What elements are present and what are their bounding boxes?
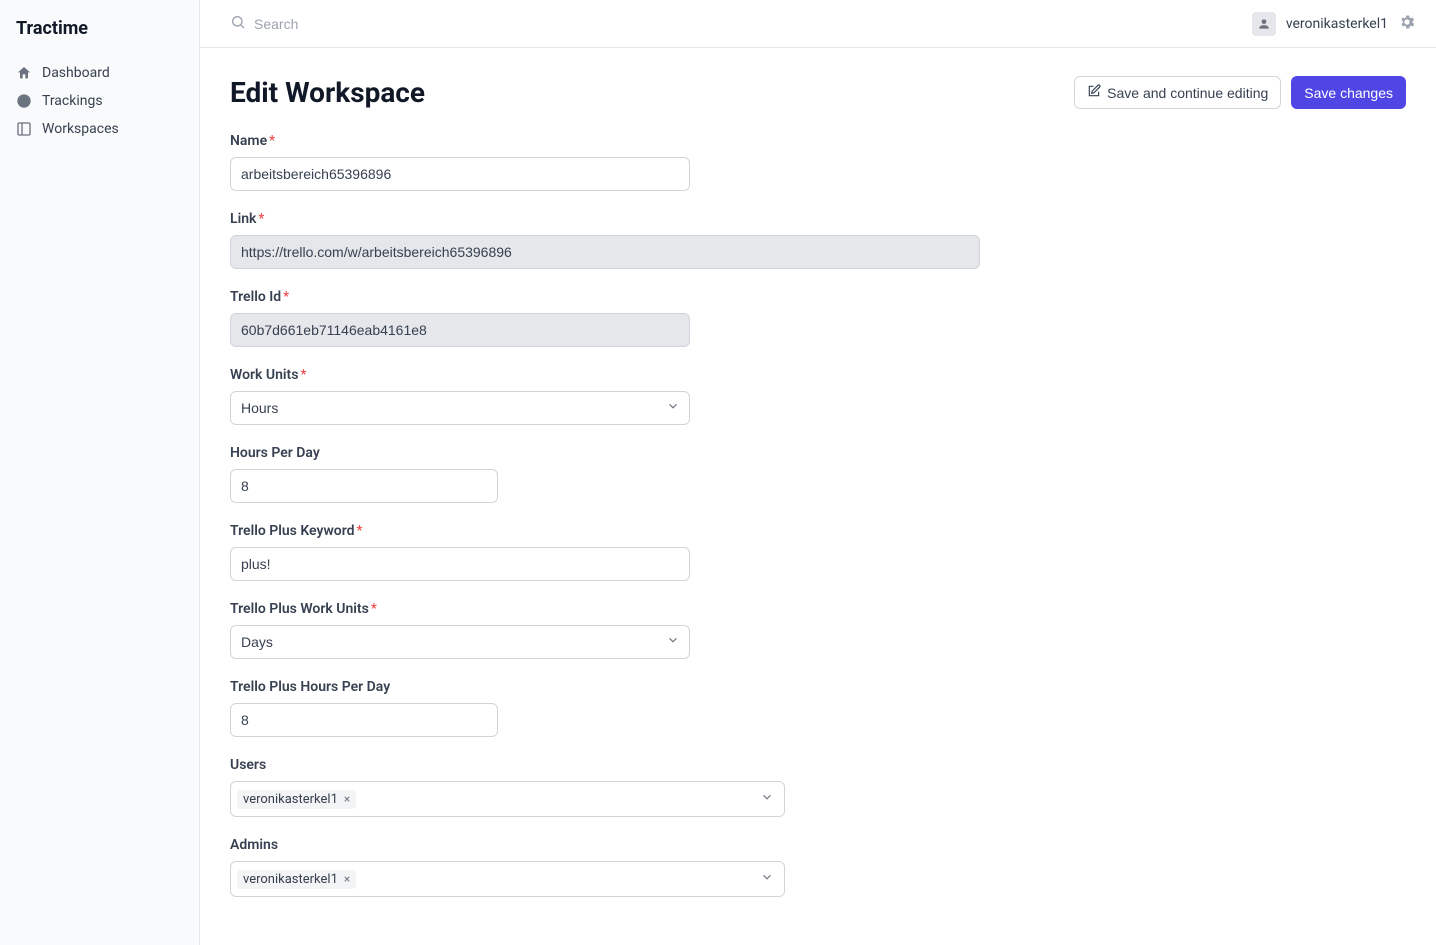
topbar: veronikasterkel1: [200, 0, 1436, 48]
settings-button[interactable]: [1398, 13, 1416, 35]
sidebar-item-label: Workspaces: [42, 121, 119, 137]
chevron-down-icon: [760, 790, 774, 808]
avatar[interactable]: [1252, 12, 1276, 36]
admins-label: Admins: [230, 837, 1406, 853]
user-tag: veronikasterkel1 ×: [237, 790, 356, 809]
search[interactable]: [230, 14, 1252, 34]
name-input[interactable]: [230, 157, 690, 191]
button-label: Save changes: [1304, 85, 1393, 101]
tag-label: veronikasterkel1: [243, 792, 338, 807]
brand: Tractime: [0, 18, 199, 59]
button-label: Save and continue editing: [1107, 85, 1268, 101]
trello-plus-hours-per-day-input[interactable]: [230, 703, 498, 737]
trello-plus-hours-per-day-label: Trello Plus Hours Per Day: [230, 679, 1406, 695]
sidebar-item-label: Trackings: [42, 93, 103, 109]
gear-icon: [1398, 13, 1416, 35]
trello-id-input: [230, 313, 690, 347]
trello-plus-work-units-select[interactable]: Days: [230, 625, 690, 659]
layout-icon: [16, 121, 32, 137]
tag-remove-icon[interactable]: ×: [344, 873, 350, 885]
save-button[interactable]: Save changes: [1291, 76, 1406, 109]
users-label: Users: [230, 757, 1406, 773]
work-units-label: Work Units: [230, 367, 1406, 383]
hours-per-day-input[interactable]: [230, 469, 498, 503]
hours-per-day-label: Hours Per Day: [230, 445, 1406, 461]
tag-label: veronikasterkel1: [243, 872, 338, 887]
admins-multiselect[interactable]: veronikasterkel1 ×: [230, 861, 785, 897]
trello-plus-work-units-label: Trello Plus Work Units: [230, 601, 1406, 617]
search-input[interactable]: [254, 16, 554, 32]
trello-plus-keyword-input[interactable]: [230, 547, 690, 581]
search-icon: [230, 14, 246, 34]
trello-id-label: Trello Id: [230, 289, 1406, 305]
sidebar: Tractime Dashboard Trackings Workspaces: [0, 0, 200, 945]
home-icon: [16, 65, 32, 81]
nav: Dashboard Trackings Workspaces: [0, 59, 199, 143]
sidebar-item-label: Dashboard: [42, 65, 110, 81]
sidebar-item-workspaces[interactable]: Workspaces: [0, 115, 199, 143]
clock-icon: [16, 93, 32, 109]
user-area: veronikasterkel1: [1252, 12, 1416, 36]
admin-tag: veronikasterkel1 ×: [237, 870, 356, 889]
chevron-down-icon: [760, 870, 774, 888]
trello-plus-keyword-label: Trello Plus Keyword: [230, 523, 1406, 539]
work-units-select[interactable]: Hours: [230, 391, 690, 425]
edit-icon: [1087, 84, 1101, 101]
link-input: [230, 235, 980, 269]
link-label: Link: [230, 211, 1406, 227]
sidebar-item-dashboard[interactable]: Dashboard: [0, 59, 199, 87]
name-label: Name: [230, 133, 1406, 149]
users-multiselect[interactable]: veronikasterkel1 ×: [230, 781, 785, 817]
tag-remove-icon[interactable]: ×: [344, 793, 350, 805]
username: veronikasterkel1: [1286, 16, 1388, 32]
sidebar-item-trackings[interactable]: Trackings: [0, 87, 199, 115]
save-continue-button[interactable]: Save and continue editing: [1074, 76, 1281, 109]
page-title: Edit Workspace: [230, 76, 425, 109]
